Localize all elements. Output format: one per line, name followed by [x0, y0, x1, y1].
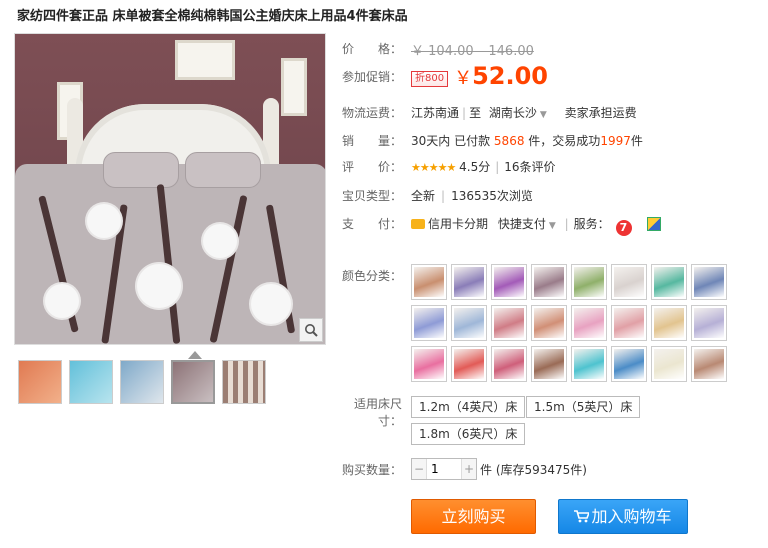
zhe800-badge: 折800 [411, 71, 449, 87]
swatch-image [534, 349, 564, 379]
wall-frame [175, 40, 235, 80]
view-count: 136535次浏览 [451, 189, 533, 203]
thumbnail-4[interactable] [171, 360, 215, 404]
swatch-image [454, 349, 484, 379]
thumb-pointer [188, 351, 202, 359]
promo-price: 52.00 [472, 62, 549, 90]
color-swatch-5[interactable] [571, 264, 607, 300]
thumbnail-5[interactable] [222, 360, 266, 404]
color-swatch-9[interactable] [411, 305, 447, 341]
quantity-stepper: − + [411, 458, 477, 480]
chevron-down-icon: ▼ [539, 110, 547, 120]
success-count: 1997 [600, 134, 631, 148]
add-to-cart-button[interactable]: 加入购物车 [558, 499, 688, 534]
thumbnail-1[interactable] [18, 360, 62, 404]
swatch-image [614, 267, 644, 297]
color-swatch-21[interactable] [571, 346, 607, 382]
shipping-fee: 卖家承担运费 [564, 106, 637, 120]
color-swatch-18[interactable] [451, 346, 487, 382]
size-option-3[interactable]: 1.8m（6英尺）床 [411, 423, 526, 445]
color-swatch-24[interactable] [691, 346, 727, 382]
rating-stars-icon: ★★★★★ [411, 161, 456, 174]
thumbnail-3[interactable] [120, 360, 164, 404]
quantity-input[interactable] [426, 459, 462, 479]
swatch-image [654, 308, 684, 338]
color-swatch-14[interactable] [611, 305, 647, 341]
thumb-swatch [223, 361, 265, 403]
size-option-2[interactable]: 1.5m（5英尺）床 [526, 396, 641, 418]
ship-to-select[interactable]: 湖南长沙 ▼ [489, 106, 547, 120]
swatch-image [654, 349, 684, 379]
chevron-down-icon: ▼ [548, 221, 556, 231]
color-swatch-13[interactable] [571, 305, 607, 341]
size-label-row: 适用床尺寸： [353, 397, 402, 428]
rating-score: 4.5分 [459, 160, 491, 174]
thumbnail-2[interactable] [69, 360, 113, 404]
stock-info: 件 (库存593475件) [480, 463, 587, 477]
swatch-image [414, 267, 444, 297]
magnifier-icon[interactable] [299, 318, 323, 342]
swatch-image [494, 267, 524, 297]
product-title: 家纺四件套正品 床单被套全棉纯棉韩国公主婚庆床上用品4件套床品 [17, 9, 408, 24]
swatch-image [534, 308, 564, 338]
swatch-image [494, 349, 524, 379]
color-swatch-16[interactable] [691, 305, 727, 341]
reviews-link[interactable]: 16条评价 [504, 160, 555, 174]
guarantee-icon[interactable] [647, 217, 662, 231]
swatch-image [654, 267, 684, 297]
color-swatch-10[interactable] [451, 305, 487, 341]
color-swatch-3[interactable] [491, 264, 527, 300]
buy-now-button[interactable]: 立刻购买 [411, 499, 536, 534]
increment-button[interactable]: + [462, 459, 476, 479]
swatch-image [694, 308, 724, 338]
installment-option[interactable]: 信用卡分期 [428, 217, 488, 231]
color-swatch-12[interactable] [531, 305, 567, 341]
color-swatch-19[interactable] [491, 346, 527, 382]
color-swatch-4[interactable] [531, 264, 567, 300]
swatch-image [414, 349, 444, 379]
thumb-swatch [173, 362, 213, 402]
original-price: ￥ 104.00 – 146.00 [411, 44, 534, 59]
swatch-image [534, 267, 564, 297]
color-swatch-2[interactable] [451, 264, 487, 300]
swatch-image [574, 308, 604, 338]
size-option-1[interactable]: 1.2m（4英尺）床 [411, 396, 526, 418]
cart-icon [574, 510, 591, 523]
color-swatch-22[interactable] [611, 346, 647, 382]
color-swatch-7[interactable] [651, 264, 687, 300]
thumb-swatch [19, 361, 61, 403]
color-swatch-15[interactable] [651, 305, 687, 341]
paid-count: 5868 [493, 134, 525, 148]
swatch-image [574, 267, 604, 297]
decrement-button[interactable]: − [412, 459, 426, 479]
swatch-image [694, 349, 724, 379]
swatch-image [454, 267, 484, 297]
color-swatch-20[interactable] [531, 346, 567, 382]
credit-card-icon [411, 219, 425, 229]
color-swatch-23[interactable] [651, 346, 687, 382]
ship-from: 江苏南通 [411, 106, 460, 120]
thumb-swatch [121, 361, 163, 403]
thumb-swatch [70, 361, 112, 403]
color-swatch-17[interactable] [411, 346, 447, 382]
swatch-image [574, 349, 604, 379]
color-swatch-11[interactable] [491, 305, 527, 341]
wall-frame [281, 58, 307, 116]
swatch-image [414, 308, 444, 338]
swatch-image [614, 308, 644, 338]
quick-pay-option[interactable]: 快捷支付 ▼ [498, 217, 556, 231]
swatch-image [614, 349, 644, 379]
seven-day-return-icon[interactable]: 7 [615, 220, 632, 236]
swatch-image [694, 267, 724, 297]
main-product-image[interactable] [14, 33, 326, 345]
swatch-image [494, 308, 524, 338]
color-swatch-8[interactable] [691, 264, 727, 300]
color-swatch-1[interactable] [411, 264, 447, 300]
color-swatch-6[interactable] [611, 264, 647, 300]
swatch-image [454, 308, 484, 338]
